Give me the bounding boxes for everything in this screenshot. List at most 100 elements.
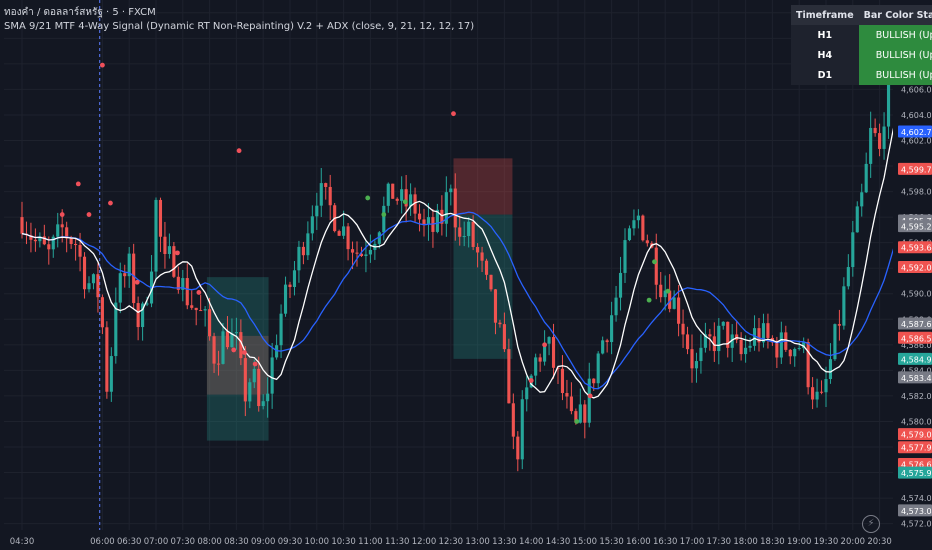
candle-body <box>502 324 506 350</box>
candle-body <box>283 284 288 314</box>
signal-dot <box>75 181 81 187</box>
candle-body <box>636 215 640 221</box>
candle-body <box>547 337 551 344</box>
price-label-text: 4,595.29 <box>901 223 932 232</box>
price-label-text: 4,592.09 <box>901 264 932 273</box>
candle-body <box>708 334 712 337</box>
candle-body <box>105 327 109 392</box>
candle-body <box>627 228 632 241</box>
price-tick-label: 4,590.000 <box>901 290 932 299</box>
status-row-d1: D1 BULLISH (Up) <box>791 65 932 85</box>
signal-dot <box>652 259 657 265</box>
signal-dot <box>59 212 65 217</box>
price-tick-label: 4,582.000 <box>901 392 932 401</box>
candle-body <box>551 337 556 368</box>
price-tick-label: 4,602.000 <box>901 136 932 145</box>
candle-body <box>694 361 699 369</box>
candle-body <box>123 273 127 277</box>
time-tick-label: 14:00 <box>519 537 544 547</box>
signal-dot <box>587 393 593 399</box>
status-cell: BULLISH (Up) <box>858 45 932 65</box>
timeframe-cell: H4 <box>791 45 859 65</box>
candle-body <box>74 243 78 246</box>
candle-body <box>632 220 636 229</box>
candle-body <box>797 348 801 350</box>
time-tick-label: 04:30 <box>10 537 35 547</box>
candle-body <box>208 309 212 337</box>
candle-body <box>261 401 265 407</box>
candle-body <box>779 332 783 358</box>
candle-body <box>846 267 850 287</box>
candle-body <box>458 227 462 237</box>
candle-body <box>47 244 51 250</box>
candle-body <box>645 240 649 244</box>
price-tick-label: 4,574.000 <box>901 494 932 503</box>
price-label-text: 4,586.55 <box>901 334 932 343</box>
candle-body <box>869 127 873 164</box>
candle-body <box>364 254 368 257</box>
time-tick-label: 11:30 <box>385 537 410 547</box>
candle-body <box>154 199 158 272</box>
price-tick-label: 4,598.000 <box>901 188 932 197</box>
mtf-status-table: Timeframe Bar Color Status H1 BULLISH (U… <box>791 5 932 85</box>
candle-body <box>306 233 310 256</box>
candle-body <box>212 336 216 364</box>
candle-body <box>221 331 225 364</box>
price-tick-label: 4,606.000 <box>901 85 932 94</box>
candle-body <box>355 252 359 254</box>
time-tick-label: 07:30 <box>171 537 196 547</box>
candle-body <box>288 284 292 287</box>
chart-legend: ทองคำ / ดอลลาร์สหรัฐ · 5 · FXCM SMA 9/21… <box>4 6 474 34</box>
candle-body <box>190 305 194 308</box>
indicator-title[interactable]: SMA 9/21 MTF 4-Way Signal (Dynamic RT No… <box>4 20 474 34</box>
candle-body <box>793 348 797 357</box>
candle-body <box>855 206 859 233</box>
price-tick-label: 4,604.000 <box>901 111 932 120</box>
candle-body <box>297 246 301 271</box>
candle-body <box>878 133 882 149</box>
candle-body <box>199 310 203 312</box>
candle-body <box>382 205 386 233</box>
candle-body <box>721 321 725 326</box>
candle-body <box>426 217 431 225</box>
status-row-h4: H4 BULLISH (Up) <box>791 45 932 65</box>
candle-body <box>471 221 475 247</box>
candle-body <box>301 246 305 256</box>
candle-body <box>368 249 372 255</box>
time-tick-label: 10:30 <box>331 537 356 547</box>
time-tick-label: 18:00 <box>733 537 758 547</box>
candle-body <box>654 247 658 285</box>
time-tick-label: 09:30 <box>278 537 303 547</box>
candle-body <box>114 302 118 357</box>
timeframe-cell: H1 <box>791 25 859 45</box>
time-tick-label: 14:30 <box>546 537 571 547</box>
candle-body <box>837 324 841 326</box>
signal-dot <box>236 148 242 154</box>
candle-body <box>257 368 261 407</box>
candle-body <box>672 297 676 309</box>
candle-body <box>882 126 886 149</box>
candle-body <box>167 246 171 255</box>
time-tick-label: 17:00 <box>680 537 705 547</box>
candle-body <box>819 391 824 393</box>
candle-body <box>618 272 623 298</box>
candle-body <box>185 278 189 306</box>
time-tick-label: 19:00 <box>787 537 812 547</box>
candle-body <box>395 198 399 201</box>
candle-body <box>386 183 390 206</box>
candle-body <box>422 219 426 225</box>
status-cell: BULLISH (Up) <box>858 25 932 45</box>
time-tick-label: 20:00 <box>841 537 866 547</box>
symbol-title[interactable]: ทองคำ / ดอลลาร์สหรัฐ · 5 · FXCM <box>4 6 474 20</box>
signal-dot <box>175 250 180 256</box>
lightning-icon[interactable]: ⚡ <box>862 515 880 533</box>
candle-body <box>20 217 24 234</box>
candle-body <box>203 309 207 311</box>
candle-body <box>252 368 256 383</box>
candle-body <box>766 323 770 338</box>
signal-dot <box>108 200 113 206</box>
candle-body <box>230 333 234 348</box>
candle-body <box>96 274 100 298</box>
candle-body <box>690 349 694 369</box>
header-timeframe: Timeframe <box>791 5 859 25</box>
